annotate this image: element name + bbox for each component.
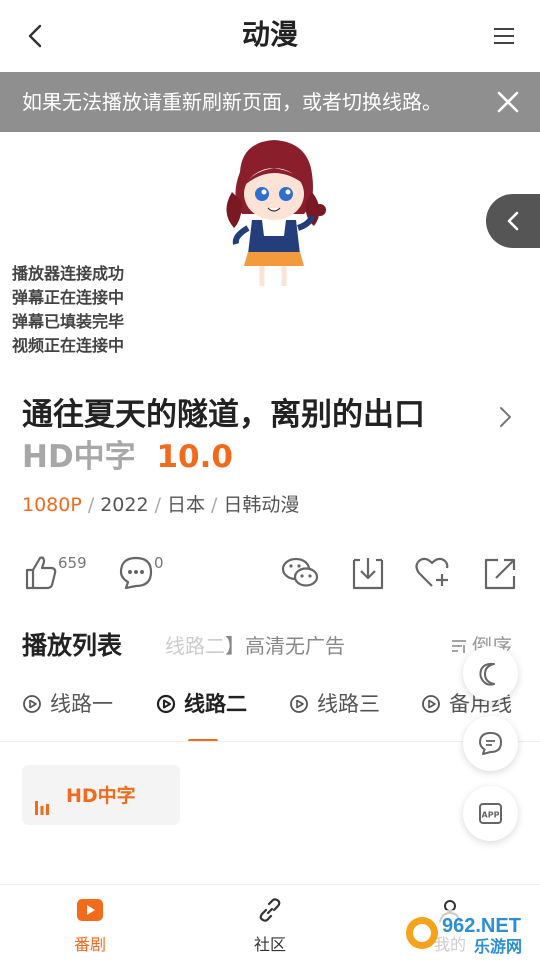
comment-count: 0	[154, 554, 164, 572]
status-line: 弹幕已填装完毕	[12, 312, 125, 331]
comment-icon	[119, 556, 153, 590]
route-tab-1[interactable]: 线路一	[22, 688, 113, 718]
playlist-route-name: 线路二	[165, 634, 225, 658]
chevron-left-icon	[507, 211, 519, 231]
close-icon	[497, 91, 519, 113]
wechat-icon	[281, 557, 319, 587]
show-title-text: 通往夏天的隧道，离别的出口	[22, 397, 425, 433]
meta-year: 2022	[100, 494, 149, 516]
thumbs-up-icon	[25, 556, 57, 590]
comment-button[interactable]: 0	[118, 552, 178, 596]
site-watermark: 962.NET 乐游网	[400, 906, 540, 960]
nav-label: 番剧	[73, 935, 106, 954]
route-tabs: 线路一 线路二 线路三 备用线	[0, 676, 540, 742]
heart-add-icon	[415, 557, 449, 587]
app-icon: APP	[479, 803, 502, 824]
episode-label: HD中字	[66, 785, 136, 807]
route-tab-3[interactable]: 线路三	[289, 688, 380, 718]
svg-text:APP: APP	[482, 811, 500, 820]
watermark-cn: 乐游网	[474, 937, 522, 956]
route-tab-label: 线路二	[184, 692, 247, 716]
nav-item-community[interactable]: 社区	[230, 897, 310, 955]
show-score: 10.0	[156, 439, 233, 475]
hamburger-menu-icon	[494, 28, 514, 44]
chat-button[interactable]	[463, 716, 518, 771]
playlist-route-info: 线路二】高清无广告	[165, 630, 345, 659]
route-tab-label: 线路一	[50, 692, 113, 716]
player-status-log: 播放器连接成功 弹幕正在连接中 弹幕已填装完毕 视频正在连接中	[12, 262, 124, 358]
show-meta: 1080P/2022/日本 / 日韩动漫	[22, 490, 299, 517]
watermark-domain: 962.NET	[442, 915, 521, 937]
play-circle-icon	[422, 695, 440, 713]
route-tab-2[interactable]: 线路二	[156, 688, 247, 718]
like-count: 659	[58, 554, 87, 572]
sort-icon	[452, 640, 466, 653]
loading-mascot-image	[226, 140, 326, 286]
nav-item-anime[interactable]: 番剧	[50, 897, 130, 955]
like-button[interactable]: 659	[22, 552, 102, 596]
chevron-left-icon	[28, 24, 42, 48]
download-button[interactable]	[350, 552, 386, 596]
chat-icon	[479, 732, 502, 755]
playlist-title: 播放列表	[22, 631, 123, 660]
side-panel-toggle[interactable]	[486, 194, 540, 248]
page-title: 动漫	[241, 18, 298, 51]
app-header: 动漫	[0, 0, 540, 72]
notice-text: 如果无法播放请重新刷新页面，或者切换线路。	[22, 90, 442, 114]
route-tab-label: 线路三	[317, 692, 380, 716]
meta-separator: /	[87, 494, 95, 516]
episode-item[interactable]: HD中字	[22, 765, 180, 825]
meta-separator: /	[211, 494, 218, 516]
playing-bars-icon	[35, 801, 49, 815]
meta-separator: /	[154, 494, 161, 516]
nav-label: 社区	[253, 935, 286, 954]
meta-region: 日本	[166, 494, 205, 516]
share-button[interactable]	[482, 552, 518, 596]
play-circle-icon	[23, 695, 41, 713]
status-line: 播放器连接成功	[12, 264, 125, 283]
chevron-right-icon[interactable]	[494, 404, 516, 430]
show-title-block[interactable]: 通往夏天的隧道，离别的出口 HD中字 10.0	[22, 394, 477, 478]
show-title: 通往夏天的隧道，离别的出口 HD中字 10.0	[22, 394, 477, 478]
quality-badge: HD中字	[22, 439, 136, 475]
dark-mode-button[interactable]	[463, 646, 518, 701]
play-icon	[77, 899, 103, 921]
link-icon	[259, 898, 281, 922]
notice-close-button[interactable]	[494, 88, 522, 116]
play-circle-icon	[156, 694, 176, 714]
menu-button[interactable]	[490, 22, 518, 50]
play-circle-icon	[290, 695, 308, 713]
status-line: 视频正在连接中	[12, 336, 125, 355]
download-icon	[352, 558, 384, 590]
video-player[interactable]: 播放器连接成功 弹幕正在连接中 弹幕已填装完毕 视频正在连接中	[0, 132, 540, 372]
playlist-route-desc: 】高清无广告	[225, 634, 345, 658]
back-button[interactable]	[18, 18, 54, 54]
moon-icon	[479, 662, 495, 686]
wechat-share-button[interactable]	[280, 552, 320, 596]
app-download-button[interactable]: APP	[463, 786, 518, 841]
meta-category: 日韩动漫	[223, 494, 300, 516]
notice-bar: 如果无法播放请重新刷新页面，或者切换线路。	[0, 72, 540, 132]
status-line: 弹幕正在连接中	[12, 288, 125, 307]
active-tab-indicator	[188, 739, 218, 741]
external-link-icon	[484, 558, 516, 590]
meta-quality: 1080P	[22, 494, 82, 516]
watermark-logo: 962.NET 乐游网	[402, 910, 534, 956]
favorite-button[interactable]	[414, 552, 452, 596]
